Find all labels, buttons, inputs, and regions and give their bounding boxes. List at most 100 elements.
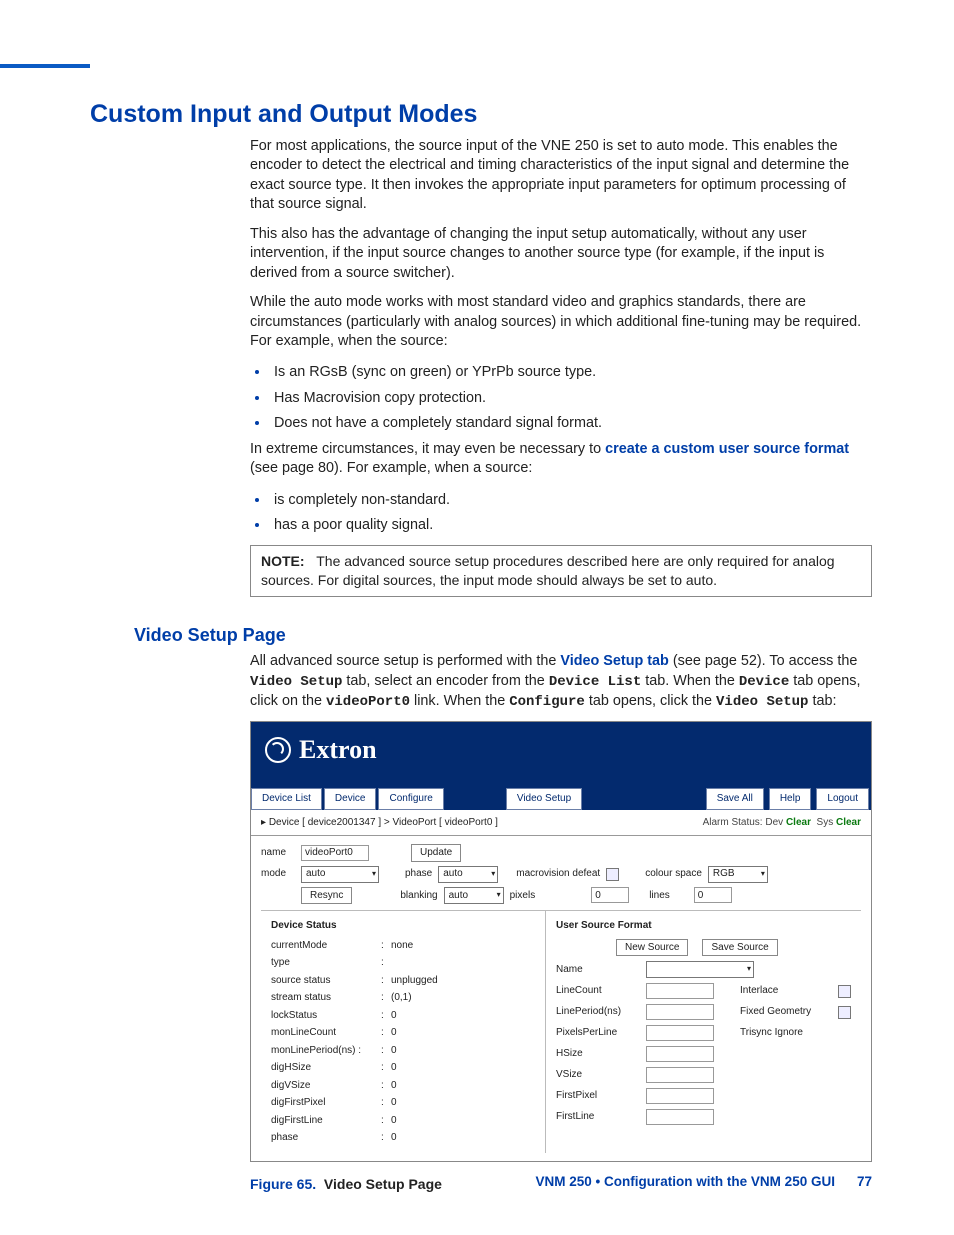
- usf-checkbox[interactable]: [838, 985, 851, 998]
- gui-tab-bar: Device List Device Configure Video Setup…: [251, 788, 871, 810]
- sub-heading: Video Setup Page: [134, 625, 872, 646]
- mono-text: videoPort0: [326, 694, 410, 710]
- tab-video-setup[interactable]: Video Setup: [506, 788, 582, 810]
- note-box: NOTE: The advanced source setup procedur…: [250, 545, 872, 597]
- status-value: 0: [391, 1044, 535, 1058]
- status-key: digFirstPixel: [271, 1096, 381, 1110]
- usf-label: FirstPixel: [556, 1089, 638, 1103]
- bullet-item: Is an RGsB (sync on green) or YPrPb sour…: [270, 361, 872, 382]
- text: All advanced source setup is performed w…: [250, 653, 560, 669]
- text: tab, select an encoder from the: [342, 673, 548, 689]
- bullet-list-2: is completely non-standard. has a poor q…: [250, 489, 872, 536]
- text: tab. When the: [641, 673, 739, 689]
- dev-clear-link[interactable]: Clear: [786, 817, 811, 828]
- status-key: monLinePeriod(ns) :: [271, 1044, 381, 1058]
- body-content: For most applications, the source input …: [250, 137, 872, 597]
- usf-input[interactable]: [646, 1046, 714, 1062]
- mono-text: Device: [739, 674, 789, 690]
- mono-text: Device List: [549, 674, 641, 690]
- status-key: digFirstLine: [271, 1114, 381, 1128]
- note-text: The advanced source setup procedures des…: [261, 553, 835, 588]
- page-heading: Custom Input and Output Modes: [90, 100, 872, 129]
- phase-label: phase: [405, 867, 432, 881]
- status-key: type: [271, 956, 381, 970]
- usf-input[interactable]: [646, 1109, 714, 1125]
- usf-label: FirstLine: [556, 1110, 638, 1124]
- usf-input[interactable]: [646, 983, 714, 999]
- mono-text: Configure: [509, 694, 585, 710]
- status-value: [391, 956, 535, 970]
- status-value: unplugged: [391, 974, 535, 988]
- blanking-label: blanking: [400, 889, 437, 903]
- status-value: 0: [391, 1026, 535, 1040]
- usf-label: Name: [556, 963, 638, 977]
- status-value: 0: [391, 1061, 535, 1075]
- note-label: NOTE:: [261, 553, 305, 569]
- usf-label: LineCount: [556, 984, 638, 998]
- usf-label: VSize: [556, 1068, 638, 1082]
- macrovision-checkbox[interactable]: [606, 868, 619, 881]
- update-button[interactable]: Update: [411, 844, 461, 862]
- page-footer: VNM 250 • Configuration with the VNM 250…: [535, 1174, 872, 1189]
- logo-icon: [265, 737, 291, 763]
- usf-checkbox[interactable]: [838, 1006, 851, 1019]
- mode-label: mode: [261, 867, 295, 881]
- brand-logo: Extron: [265, 732, 857, 767]
- lines-label: lines: [649, 889, 670, 903]
- device-status-title: Device Status: [271, 919, 535, 933]
- logout-button[interactable]: Logout: [816, 788, 869, 810]
- tab-device-list[interactable]: Device List: [251, 788, 322, 810]
- mode-select[interactable]: auto: [301, 866, 379, 883]
- pixels-label: pixels: [510, 889, 536, 903]
- text: tab opens, click the: [585, 693, 716, 709]
- video-setup-tab-link[interactable]: Video Setup tab: [560, 653, 668, 669]
- breadcrumb: ▸ Device [ device2001347 ] > VideoPort […: [261, 816, 498, 830]
- usf-input[interactable]: [646, 1025, 714, 1041]
- sys-clear-link[interactable]: Clear: [836, 817, 861, 828]
- mono-text: Video Setup: [250, 674, 342, 690]
- new-source-button[interactable]: New Source: [616, 939, 688, 957]
- help-button[interactable]: Help: [769, 788, 812, 810]
- usf-input[interactable]: [646, 1088, 714, 1104]
- text: link. When the: [410, 693, 509, 709]
- status-key: digHSize: [271, 1061, 381, 1075]
- text: (see page 80). For example, when a sourc…: [250, 460, 532, 476]
- status-value: (0,1): [391, 991, 535, 1005]
- usf-title: User Source Format: [556, 919, 851, 933]
- tab-device[interactable]: Device: [324, 788, 377, 810]
- alarm-status: Alarm Status: Dev Clear Sys Clear: [703, 816, 861, 830]
- status-value: 0: [391, 1096, 535, 1110]
- bullet-item: has a poor quality signal.: [270, 514, 872, 535]
- name-label: name: [261, 846, 295, 860]
- usf-right-label: Trisync Ignore: [740, 1026, 830, 1040]
- usf-label: PixelsPerLine: [556, 1026, 638, 1040]
- pixels-field[interactable]: 0: [591, 887, 629, 903]
- colour-space-label: colour space: [645, 867, 702, 881]
- embedded-gui-screenshot: Extron Device List Device Configure Vide…: [250, 721, 872, 1161]
- tab-configure[interactable]: Configure: [378, 788, 443, 810]
- text: (see page 52). To access the: [669, 653, 858, 669]
- status-key: lockStatus: [271, 1009, 381, 1023]
- save-all-button[interactable]: Save All: [706, 788, 764, 810]
- lines-field[interactable]: 0: [694, 887, 732, 903]
- colour-space-select[interactable]: RGB: [708, 866, 768, 883]
- resync-button[interactable]: Resync: [301, 887, 352, 905]
- create-custom-format-link[interactable]: create a custom user source format: [605, 441, 849, 457]
- usf-right-label: Fixed Geometry: [740, 1005, 830, 1019]
- status-value: 0: [391, 1079, 535, 1093]
- save-source-button[interactable]: Save Source: [702, 939, 777, 957]
- usf-input[interactable]: [646, 1004, 714, 1020]
- phase-select[interactable]: auto: [438, 866, 498, 883]
- status-key: stream status: [271, 991, 381, 1005]
- para-1: For most applications, the source input …: [250, 137, 872, 215]
- name-field[interactable]: videoPort0: [301, 845, 369, 861]
- bullet-item: Does not have a completely standard sign…: [270, 412, 872, 433]
- gui-header: Extron: [251, 722, 871, 787]
- blanking-select[interactable]: auto: [444, 887, 504, 904]
- usf-input[interactable]: [646, 1067, 714, 1083]
- vsp-intro: All advanced source setup is performed w…: [250, 652, 872, 1161]
- usf-right-label: Interlace: [740, 984, 830, 998]
- status-key: currentMode: [271, 939, 381, 953]
- device-status-panel: Device Status currentMode:nonetype:sourc…: [261, 911, 545, 1153]
- usf-name-select[interactable]: [646, 961, 754, 978]
